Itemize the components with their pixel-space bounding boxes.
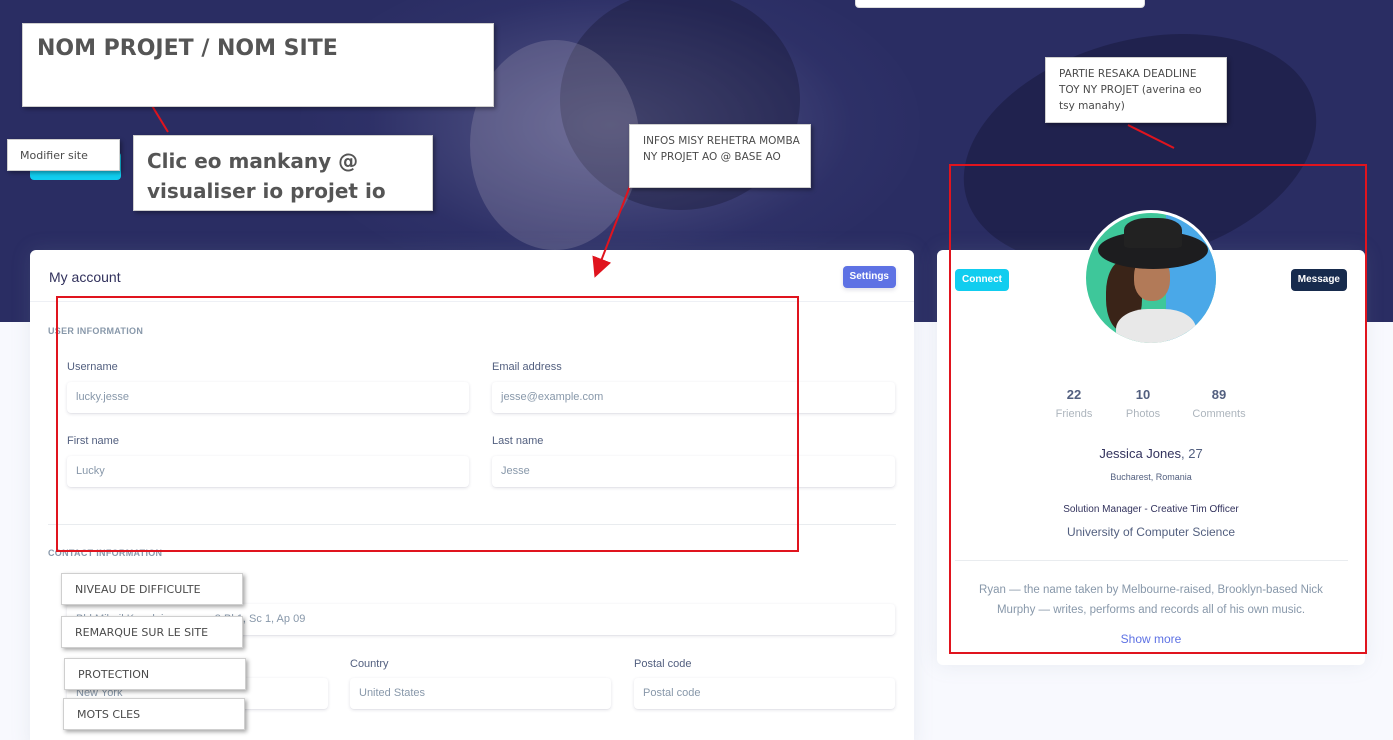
note-difficulty: NIVEAU DE DIFFICULTE	[61, 573, 243, 605]
note-modify-site[interactable]: Modifier site	[7, 139, 120, 171]
arrow-to-profile	[1127, 124, 1175, 149]
note-keywords: MOTS CLES	[63, 698, 245, 730]
note-site-remark: REMARQUE SUR LE SITE	[61, 616, 243, 648]
note-project-name: NOM PROJET / NOM SITE	[22, 23, 494, 107]
note-deadline: PARTIE RESAKA DEADLINE TOY NY PROJET (av…	[1045, 57, 1227, 123]
arrow-to-account	[592, 185, 631, 278]
note-protection: PROTECTION	[64, 658, 246, 690]
note-project-info: INFOS MISY REHETRA MOMBA NY PROJET AO @ …	[629, 124, 811, 188]
note-click-visualise: Clic eo mankany @ visualiser io projet i…	[133, 135, 433, 211]
